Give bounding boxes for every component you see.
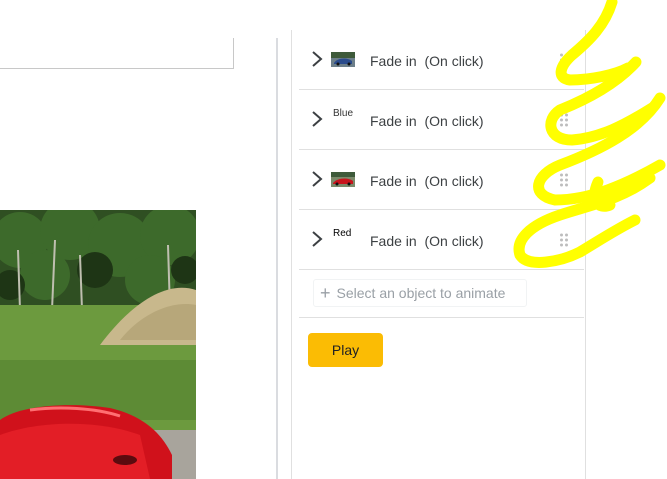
slide-canvas[interactable] — [0, 0, 276, 479]
animation-label: Fade in (On click) — [370, 233, 484, 249]
animation-label: Fade in (On click) — [370, 113, 484, 129]
car-thumbnail-icon — [331, 52, 355, 67]
animation-label: Fade in (On click) — [370, 173, 484, 189]
animation-item[interactable]: Red Fade in (On click) — [299, 210, 584, 270]
play-button[interactable]: Play — [308, 333, 383, 367]
text-thumbnail: Blue — [333, 108, 354, 119]
drag-handle-icon[interactable] — [559, 52, 569, 68]
red-car-photo — [0, 210, 196, 479]
panel-divider[interactable] — [276, 38, 278, 479]
slide-text-box[interactable] — [0, 38, 234, 69]
car-thumbnail-icon — [331, 172, 355, 187]
chevron-right-icon[interactable] — [310, 50, 324, 68]
plus-icon: + — [320, 282, 331, 303]
slide-photo-red-car[interactable] — [0, 210, 196, 479]
chevron-right-icon[interactable] — [310, 230, 324, 248]
animation-item[interactable]: Fade in (On click) — [299, 30, 584, 90]
add-animation-row: + Select an object to animate — [299, 269, 584, 318]
chevron-right-icon[interactable] — [310, 170, 324, 188]
animation-item[interactable]: Blue Fade in (On click) — [299, 90, 584, 150]
animations-panel: Fade in (On click) Blue Fade in (On clic… — [291, 30, 586, 479]
drag-handle-icon[interactable] — [559, 232, 569, 248]
animation-item[interactable]: Fade in (On click) — [299, 150, 584, 210]
animation-label: Fade in (On click) — [370, 53, 484, 69]
drag-handle-icon[interactable] — [559, 172, 569, 188]
select-object-label: Select an object to animate — [336, 285, 506, 301]
animation-list: Fade in (On click) Blue Fade in (On clic… — [299, 30, 584, 270]
chevron-right-icon[interactable] — [310, 110, 324, 128]
drag-handle-icon[interactable] — [559, 112, 569, 128]
select-object-button[interactable]: + Select an object to animate — [313, 279, 527, 307]
text-thumbnail: Red — [333, 228, 352, 239]
